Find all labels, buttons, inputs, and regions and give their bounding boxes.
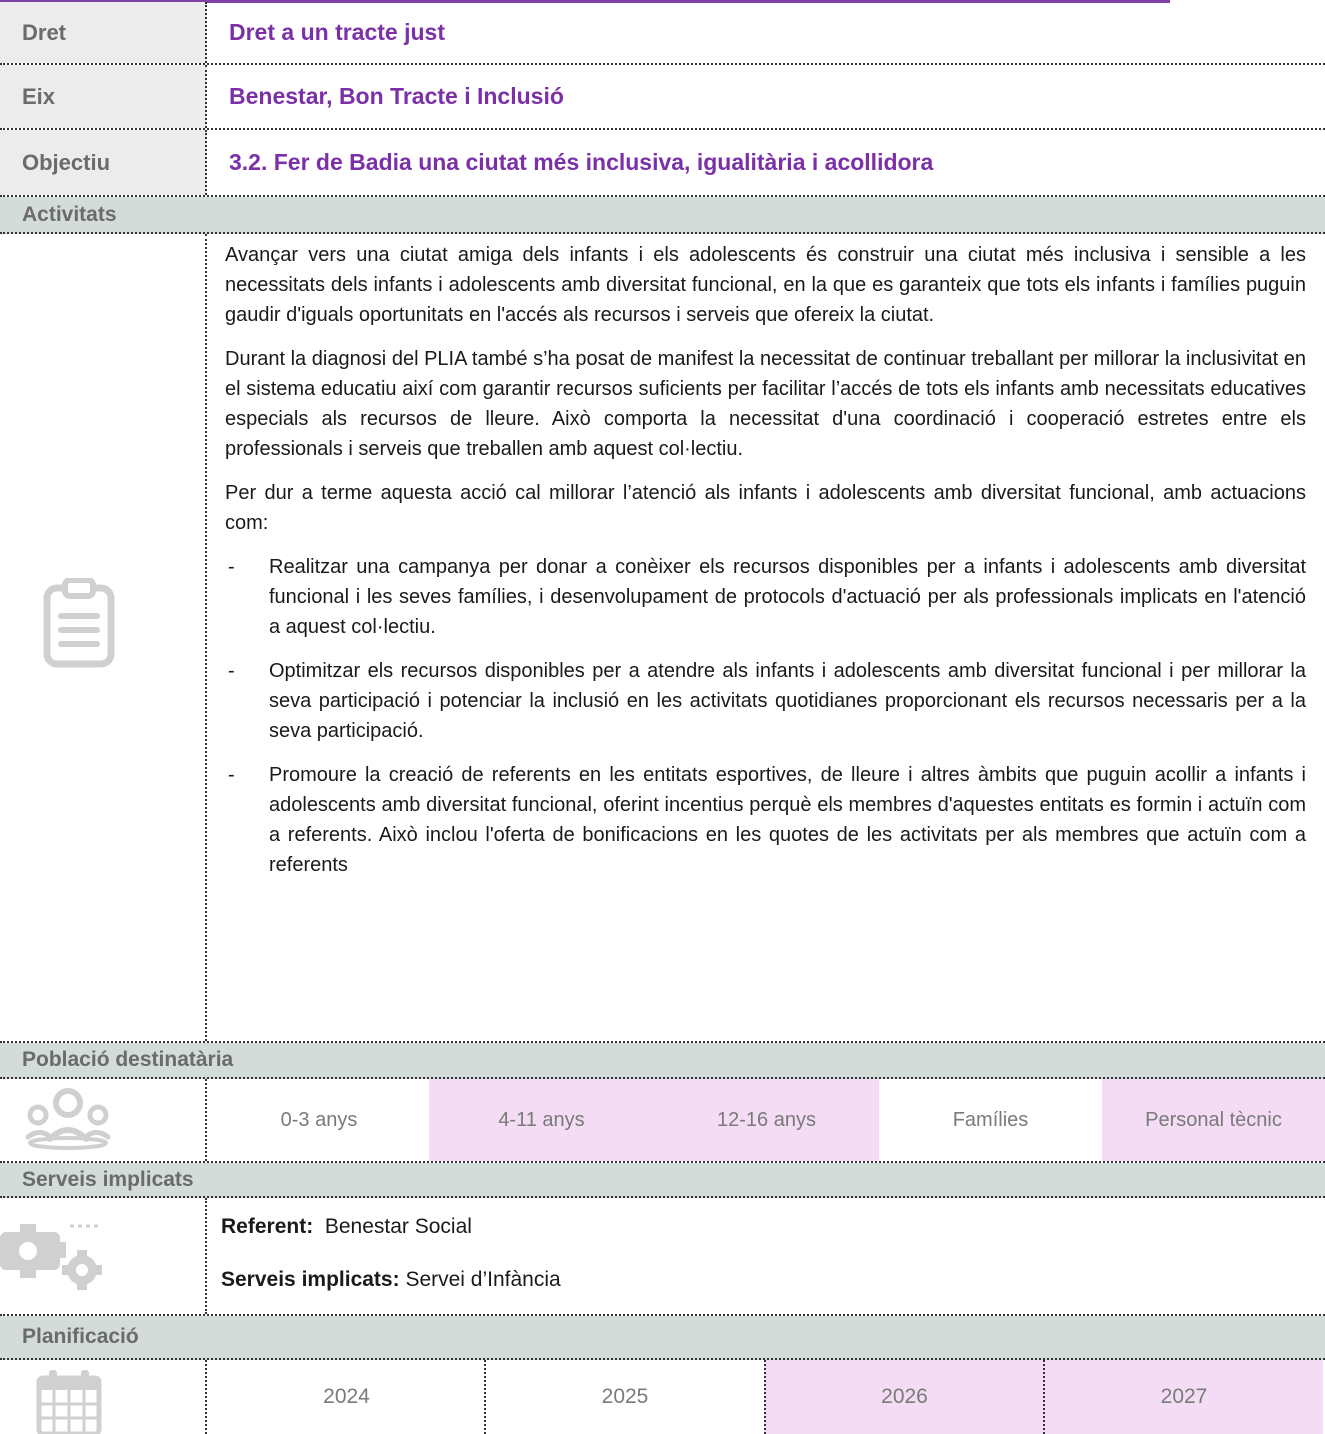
serveis-implicats-line: Serveis implicats: Servei d’Infància [221,1268,561,1292]
eix-value: Benestar, Bon Tracte i Inclusió [229,83,564,109]
referent-value: Benestar Social [324,1215,472,1238]
list-item: - Realitzar una campanya per donar a con… [225,552,1306,642]
activitats-header: Activitats [0,197,1325,234]
population-technical-staff: Personal tècnic [1102,1079,1325,1161]
gears-icon [0,1224,102,1290]
poblacio-body: 0-3 anys 4-11 anys 12-16 anys Famílies P… [0,1079,1325,1163]
bullet-dash: - [228,764,235,786]
paragraph: Durant la diagnosi del PLIA també s’ha p… [225,348,1306,460]
planificacio-header: Planificació [0,1316,1325,1360]
list-item-text: Realitzar una campanya per donar a conèi… [269,556,1306,638]
population-families: Famílies [952,1108,1029,1131]
serveis-body: Referent: Benestar Social Serveis implic… [0,1198,1325,1316]
people-group-icon [25,1088,111,1150]
activitats-content: Avançar vers una ciutat amiga dels infan… [225,240,1306,894]
serveis-header: Serveis implicats [0,1163,1325,1198]
planificacio-body: 2024 2025 2026 2027 [0,1360,1325,1434]
population-age-0-3: 0-3 anys [280,1108,358,1131]
serveis-icon-column [0,1198,207,1314]
poblacio-header: Població destinatària [0,1043,1325,1079]
paragraph: Per dur a terme aquesta acció cal millor… [225,482,1306,534]
eix-label: Eix [0,65,207,128]
clipboard-icon [43,578,115,668]
objectiu-value: 3.2. Fer de Badia una ciutat més inclusi… [229,149,934,175]
calendar-icon [36,1370,102,1434]
dret-row: Dret Dret a un tracte just [0,2,1325,65]
eix-row: Eix Benestar, Bon Tracte i Inclusió [0,65,1325,130]
serveis-implicats-label: Serveis implicats: [221,1268,400,1291]
poblacio-icon-column [0,1079,207,1161]
planning-year-2027: 2027 [1043,1360,1323,1434]
planning-year-2025: 2025 [484,1360,764,1434]
serveis-implicats-value: Servei d’Infància [405,1268,561,1291]
referent-label: Referent: [221,1215,314,1238]
bullet-dash: - [228,556,235,578]
list-item-text: Promoure la creació de referents en les … [269,764,1306,876]
bullet-dash: - [228,660,235,682]
objectiu-row: Objectiu 3.2. Fer de Badia una ciutat mé… [0,130,1325,197]
activitats-icon-column [0,234,207,1041]
population-age-4-11: 4-11 anys [429,1079,654,1161]
list-item: - Promoure la creació de referents en le… [225,760,1306,880]
planificacio-icon-column [0,1360,207,1434]
list-item: - Optimitzar els recursos disponibles pe… [225,656,1306,746]
paragraph: Avançar vers una ciutat amiga dels infan… [225,244,1306,326]
referent-line: Referent: Benestar Social [221,1215,472,1239]
dret-value: Dret a un tracte just [229,19,445,45]
dret-label: Dret [0,2,207,63]
objectiu-label: Objectiu [0,130,207,195]
list-item-text: Optimitzar els recursos disponibles per … [269,660,1306,742]
population-age-12-16: 12-16 anys [654,1079,879,1161]
activitats-body: Avançar vers una ciutat amiga dels infan… [0,234,1325,1043]
planning-year-2026: 2026 [764,1360,1043,1434]
planning-year-2024: 2024 [323,1385,370,1408]
